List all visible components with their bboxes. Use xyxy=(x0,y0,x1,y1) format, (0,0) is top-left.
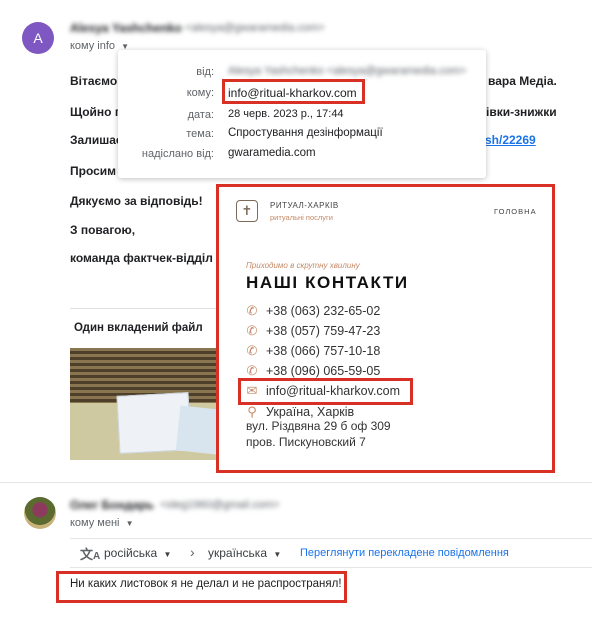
target-language-select[interactable]: українська ▼ xyxy=(208,546,281,560)
details-subject-label: тема: xyxy=(186,128,214,140)
highlight-to-address xyxy=(222,79,365,104)
details-date-value: 28 черв. 2023 р., 17:44 xyxy=(228,108,344,120)
body-line: команда фактчек-відділ xyxy=(70,251,213,265)
recipient2-toggle[interactable]: кому мені ▼ xyxy=(70,517,133,529)
body-fragment: івки-знижки xyxy=(486,105,557,119)
translate-icon: 文A xyxy=(80,547,101,562)
avatar-letter: А xyxy=(33,30,43,46)
highlight-message xyxy=(56,571,347,603)
details-from-value: Alesya Yashchenko <alesya@gwaramedia.com… xyxy=(228,65,467,77)
attachment-thumbnail[interactable] xyxy=(70,348,220,460)
details-via-label: надіслано від: xyxy=(141,148,214,160)
photo-leaflet-2 xyxy=(175,405,220,456)
sender-avatar[interactable]: А xyxy=(22,22,54,54)
sender-email: <alesya@gwaramedia.com> xyxy=(185,22,325,34)
attachment-divider xyxy=(70,308,220,309)
chevron-down-icon: ▼ xyxy=(125,519,134,528)
details-subject-value: Спростування дезінформації xyxy=(228,127,383,139)
sender2-avatar[interactable] xyxy=(24,497,56,529)
sender2-name: Олег Бондарь xyxy=(70,498,154,512)
sender-name: Alesya Yashchenko xyxy=(70,21,182,35)
attachment-title: Один вкладений файл xyxy=(74,322,203,334)
body-link[interactable]: sh/22269 xyxy=(485,133,536,147)
message-divider xyxy=(0,482,592,483)
chevron-down-icon: ▼ xyxy=(163,550,172,559)
body-fragment: вара Медіа. xyxy=(488,74,557,88)
details-to-label: кому: xyxy=(186,87,214,99)
details-via-value: gwaramedia.com xyxy=(228,147,316,159)
body-line: Щойно п xyxy=(70,105,123,119)
highlight-site-screenshot xyxy=(216,184,555,473)
body-line: Вітаємо xyxy=(70,74,118,88)
sender2-email: <oleg1960@gmail.com> xyxy=(160,499,280,511)
recipient-label: кому info xyxy=(70,40,116,52)
body-line: Дякуємо за відповідь! xyxy=(70,194,203,208)
highlight-site-email xyxy=(238,378,413,405)
body-line: Просим xyxy=(70,164,117,178)
body-line: З повагою, xyxy=(70,223,136,237)
source-language: російська xyxy=(104,546,158,560)
details-date-label: дата: xyxy=(187,109,214,121)
body-line: Залишає xyxy=(70,133,123,147)
chevron-right-icon: › xyxy=(190,544,195,560)
recipient2-label: кому мені xyxy=(70,517,120,529)
source-language-select[interactable]: російська ▼ xyxy=(104,546,171,560)
chevron-down-icon: ▼ xyxy=(273,550,282,559)
target-language: українська xyxy=(208,546,267,560)
view-translation-link[interactable]: Переглянути перекладене повідомлення xyxy=(300,547,509,559)
details-from-label: від: xyxy=(196,66,214,78)
